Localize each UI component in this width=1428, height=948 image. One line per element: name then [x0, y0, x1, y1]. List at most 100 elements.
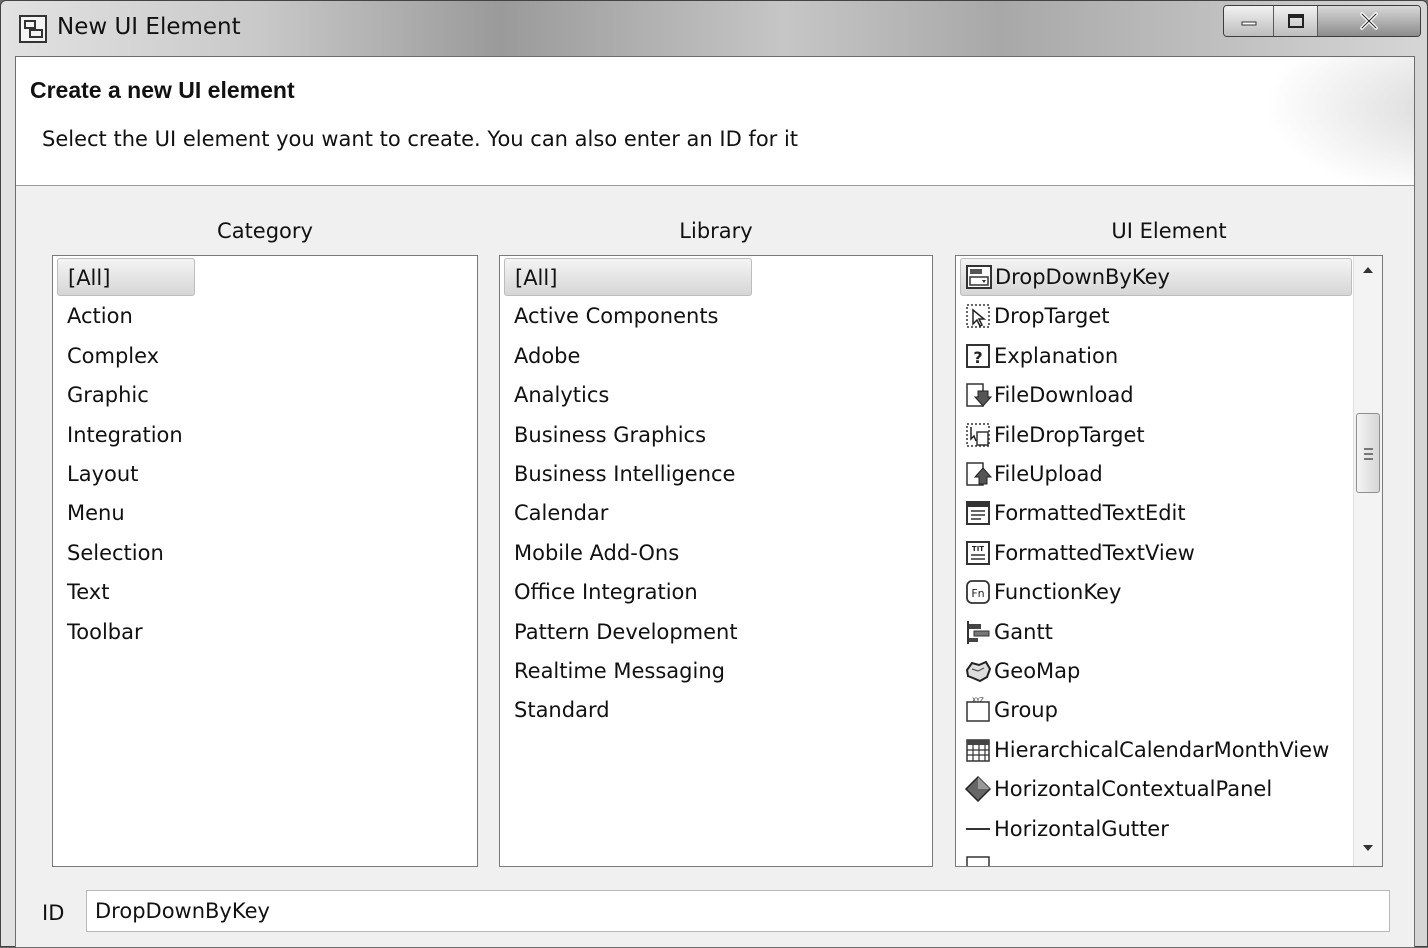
- dialog-body: Create a new UI element Select the UI el…: [15, 56, 1415, 948]
- ui-element-item[interactable]: Gantt: [960, 613, 1352, 651]
- minimize-button[interactable]: [1224, 6, 1274, 36]
- element-icon: [966, 856, 990, 866]
- function-key-icon: Fn: [966, 580, 990, 605]
- library-list[interactable]: [All] Active Components Adobe Analytics Busi…: [499, 255, 933, 867]
- svg-text:Fn: Fn: [971, 587, 984, 600]
- ui-element-label: GeoMap: [994, 659, 1081, 683]
- ui-element-item[interactable]: DropTarget: [960, 297, 1352, 335]
- formatted-text-view-icon: TIT: [966, 540, 990, 565]
- formatted-text-edit-icon: [966, 501, 990, 526]
- category-list-item[interactable]: [All]: [57, 258, 195, 296]
- window-title: New UI Element: [57, 14, 241, 40]
- ui-element-item[interactable]: HierarchicalCalendarMonthView: [960, 731, 1352, 769]
- library-list-item[interactable]: Office Integration: [504, 573, 752, 611]
- ui-element-label: Gantt: [994, 619, 1053, 644]
- minimize-icon: [1241, 21, 1256, 26]
- category-list[interactable]: [All] Action Complex Graphic Integration Layo…: [52, 255, 478, 867]
- library-list-item[interactable]: Pattern Development: [504, 613, 752, 651]
- close-button[interactable]: [1318, 6, 1420, 36]
- ui-element-label: HorizontalContextualPanel: [994, 777, 1273, 802]
- ui-element-item[interactable]: GeoMap: [960, 652, 1352, 690]
- library-list-item[interactable]: Adobe: [504, 337, 752, 375]
- library-list-item[interactable]: Analytics: [504, 376, 752, 414]
- category-list-item[interactable]: Integration: [57, 416, 195, 454]
- category-list-item[interactable]: Menu: [57, 494, 195, 532]
- svg-text:XYZ: XYZ: [972, 697, 984, 704]
- scroll-down-arrow-icon[interactable]: [1354, 834, 1382, 862]
- ui-element-label: HierarchicalCalendarMonthView: [994, 737, 1330, 762]
- svg-text:?: ?: [973, 348, 982, 367]
- svg-text:TIT: TIT: [972, 545, 984, 553]
- file-upload-icon: [966, 462, 992, 486]
- category-list-item[interactable]: Complex: [57, 337, 195, 375]
- library-list-item[interactable]: [All]: [504, 258, 752, 296]
- calendar-icon: [966, 739, 990, 762]
- explanation-icon: ?: [966, 343, 990, 368]
- header-decoration: [1264, 57, 1414, 185]
- header-banner: Create a new UI element Select the UI el…: [16, 57, 1414, 186]
- library-list-item[interactable]: Business Graphics: [504, 416, 752, 454]
- ui-element-label: FileDownload: [994, 383, 1134, 408]
- ui-element-label: FileUpload: [994, 462, 1103, 486]
- library-heading: Library: [679, 219, 753, 243]
- caption-buttons: [1223, 5, 1421, 37]
- library-list-item[interactable]: Active Components: [504, 297, 752, 335]
- title-bar[interactable]: New UI Element: [1, 1, 1427, 55]
- close-icon: [1360, 12, 1378, 30]
- geomap-icon: [965, 660, 992, 683]
- ui-element-label: DropTarget: [994, 304, 1110, 329]
- ui-element-label: FileDropTarget: [994, 422, 1145, 447]
- ui-element-item[interactable]: FileUpload: [960, 455, 1352, 493]
- maximize-button[interactable]: [1274, 6, 1318, 36]
- ui-element-label: Group: [994, 698, 1058, 723]
- ui-element-item[interactable]: TIT FormattedTextView: [960, 534, 1352, 572]
- ui-element-item[interactable]: Fn FunctionKey: [960, 573, 1352, 611]
- ui-element-item[interactable]: FileDownload: [960, 376, 1352, 414]
- file-drop-target-icon: [966, 422, 990, 447]
- category-list-item[interactable]: Toolbar: [57, 613, 195, 651]
- scroll-up-arrow-icon[interactable]: [1354, 256, 1382, 284]
- ui-element-item[interactable]: HorizontalGutter: [960, 810, 1352, 848]
- app-icon: [19, 15, 47, 43]
- ui-element-item[interactable]: ? Explanation: [960, 337, 1352, 375]
- library-list-item[interactable]: Mobile Add-Ons: [504, 534, 752, 572]
- maximize-icon: [1287, 14, 1304, 28]
- ui-element-label: FormattedTextEdit: [994, 501, 1186, 526]
- category-list-item[interactable]: Action: [57, 297, 195, 335]
- library-list-item[interactable]: Realtime Messaging: [504, 652, 752, 690]
- category-heading: Category: [217, 219, 313, 243]
- drop-target-icon: [966, 304, 990, 329]
- grip-icon: [1364, 448, 1373, 463]
- id-input[interactable]: [86, 890, 1390, 932]
- group-icon: XYZ: [966, 697, 990, 723]
- category-list-item[interactable]: Graphic: [57, 376, 195, 414]
- header-title: Create a new UI element: [30, 77, 295, 103]
- library-list-item[interactable]: Calendar: [504, 494, 752, 532]
- ui-element-label: DropDownByKey: [995, 265, 1170, 289]
- category-list-item[interactable]: Layout: [57, 455, 195, 493]
- gutter-icon: [966, 827, 990, 830]
- ui-element-list[interactable]: HorizontalGutter HorizontalContextualPane…: [955, 255, 1383, 867]
- ui-element-label: FunctionKey: [994, 580, 1122, 605]
- ui-element-item[interactable]: FormattedTextEdit: [960, 494, 1352, 532]
- file-download-icon: [966, 383, 992, 407]
- ui-element-label: HorizontalGutter: [994, 816, 1169, 841]
- dropdown-icon: [966, 265, 992, 289]
- ui-element-item[interactable]: HorizontalContextualPanel: [960, 770, 1352, 808]
- contextual-panel-icon: [964, 776, 992, 803]
- ui-element-label: Explanation: [994, 343, 1119, 368]
- ui-element-item[interactable]: XYZ Group: [960, 691, 1352, 729]
- gantt-icon: [967, 620, 990, 644]
- ui-element-item-partial[interactable]: [960, 849, 994, 866]
- library-list-item[interactable]: Standard: [504, 691, 752, 729]
- ui-element-heading: UI Element: [1111, 219, 1227, 243]
- ui-element-label: FormattedTextView: [994, 540, 1195, 565]
- ui-element-scrollbar[interactable]: [1353, 256, 1382, 866]
- category-list-item[interactable]: Selection: [57, 534, 195, 572]
- library-list-item[interactable]: Business Intelligence: [504, 455, 752, 493]
- id-label: ID: [42, 901, 65, 925]
- ui-element-item[interactable]: DropDownByKey: [960, 258, 1352, 296]
- ui-element-item[interactable]: FileDropTarget: [960, 416, 1352, 454]
- category-list-item[interactable]: Text: [57, 573, 195, 611]
- scrollbar-thumb[interactable]: [1356, 413, 1380, 493]
